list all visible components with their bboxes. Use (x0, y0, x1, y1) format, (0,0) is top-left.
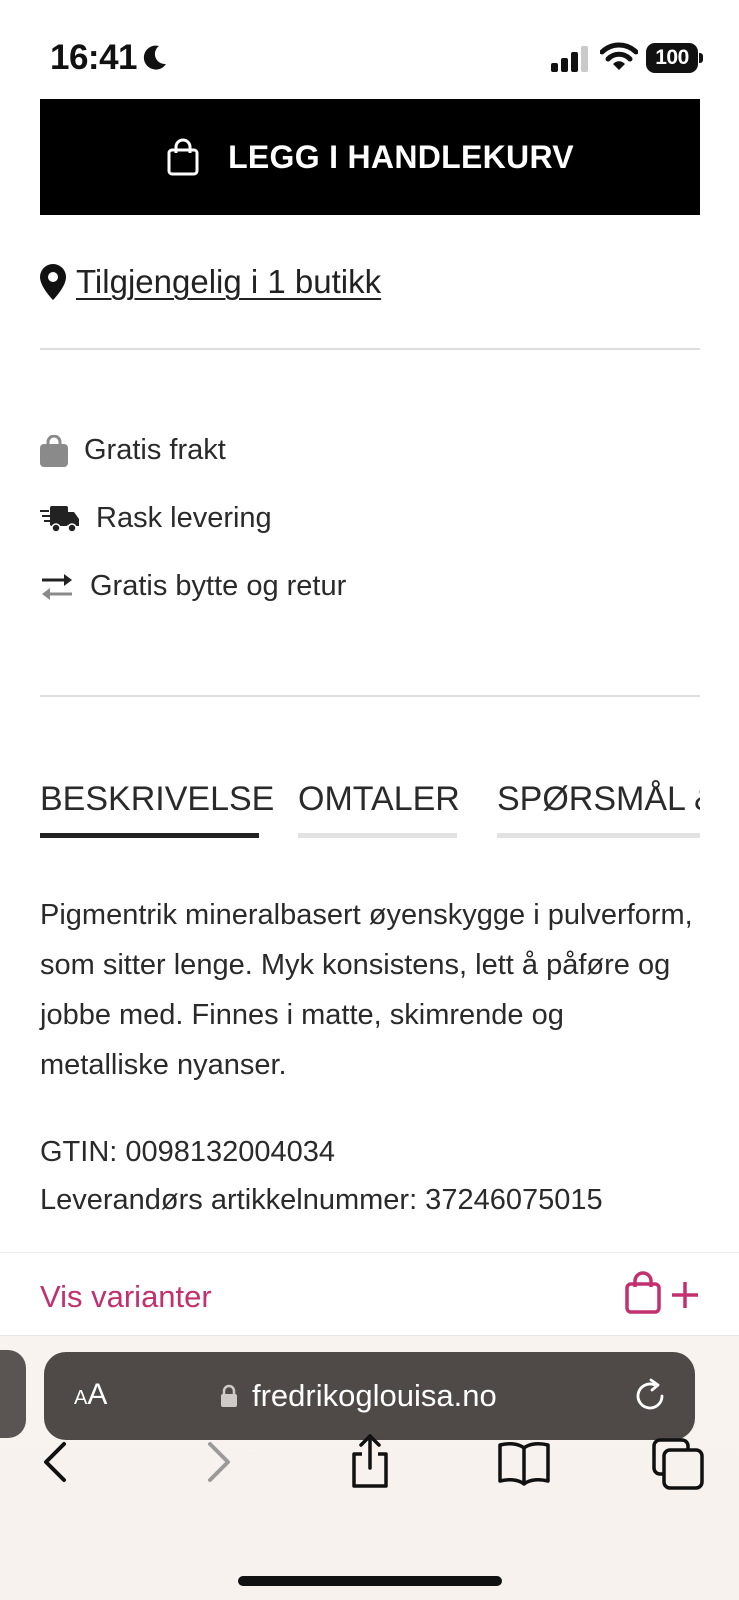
aa-small: A (74, 1387, 88, 1409)
availability-label: Tilgjengelig i 1 butikk (76, 263, 382, 300)
location-pin-icon (40, 264, 66, 300)
aa-large: A (87, 1378, 108, 1411)
battery-tip (699, 53, 703, 63)
gtin: GTIN: 0098132004034 (40, 1136, 336, 1168)
supplier-article-number: Leverandørs artikkelnummer: 37246075015 (40, 1184, 603, 1216)
tab-reviews[interactable]: OMTALER (298, 780, 460, 838)
previous-tab-peek[interactable] (0, 1350, 26, 1438)
product-description: Pigmentrik mineralbasert øyenskygge i pu… (40, 899, 693, 1081)
tab-label: OMTALER (298, 780, 460, 818)
url-text: fredrikoglouisa.no (252, 1378, 497, 1413)
lock-icon (221, 1384, 237, 1407)
product-tabs: BESKRIVELSE OMTALER SPØRSMÅL & (40, 780, 700, 840)
add-to-cart-plus-icon[interactable] (624, 1271, 702, 1315)
tab-underline (40, 833, 259, 838)
address-bar[interactable]: AA fredrikoglouisa.no (44, 1352, 695, 1440)
tabs-icon[interactable] (648, 1432, 708, 1492)
feature-label: Gratis frakt (84, 434, 226, 466)
add-to-cart-button[interactable]: LEGG I HANDLEKURV (40, 99, 700, 215)
tab-label: SPØRSMÅL & (497, 780, 700, 818)
wifi-icon (600, 42, 638, 70)
cellular-signal-icon (551, 46, 588, 72)
forward-icon[interactable] (186, 1432, 246, 1492)
battery-icon: 100 (646, 43, 703, 73)
shopping-bag-icon (40, 434, 68, 467)
reader-options-button[interactable]: AA (74, 1378, 107, 1412)
divider (40, 695, 700, 697)
back-icon[interactable] (28, 1432, 88, 1492)
tab-description[interactable]: BESKRIVELSE (40, 780, 274, 838)
share-icon[interactable] (340, 1432, 400, 1492)
status-bar: 16:41 100 (0, 0, 739, 95)
divider (40, 348, 700, 350)
store-availability-link[interactable]: Tilgjengelig i 1 butikk (40, 262, 381, 302)
feature-free-shipping: Gratis frakt (40, 434, 226, 467)
url-display[interactable]: fredrikoglouisa.no (220, 1376, 497, 1416)
home-indicator (238, 1576, 502, 1586)
feature-label: Rask levering (96, 502, 272, 534)
tab-label: BESKRIVELSE (40, 780, 275, 818)
tab-underline (298, 833, 457, 838)
variant-bar: Vis varianter (0, 1252, 739, 1336)
browser-chrome: AA fredrikoglouisa.no (0, 1336, 739, 1600)
battery-level: 100 (646, 43, 698, 73)
shopping-bag-icon (167, 138, 199, 176)
tab-underline (497, 833, 700, 838)
reload-icon[interactable] (632, 1378, 668, 1414)
tab-questions[interactable]: SPØRSMÅL & (497, 780, 700, 838)
bookmarks-icon[interactable] (494, 1432, 554, 1492)
feature-label: Gratis bytte og retur (90, 570, 347, 602)
status-time: 16:41 (50, 38, 138, 77)
moon-icon (143, 45, 166, 70)
delivery-truck-icon (40, 505, 79, 533)
feature-free-returns: Gratis bytte og retur (40, 570, 346, 603)
add-to-cart-label: LEGG I HANDLEKURV (228, 138, 574, 175)
feature-fast-delivery: Rask levering (40, 502, 272, 535)
exchange-arrows-icon (42, 573, 72, 600)
show-variants-link[interactable]: Vis varianter (40, 1279, 212, 1315)
